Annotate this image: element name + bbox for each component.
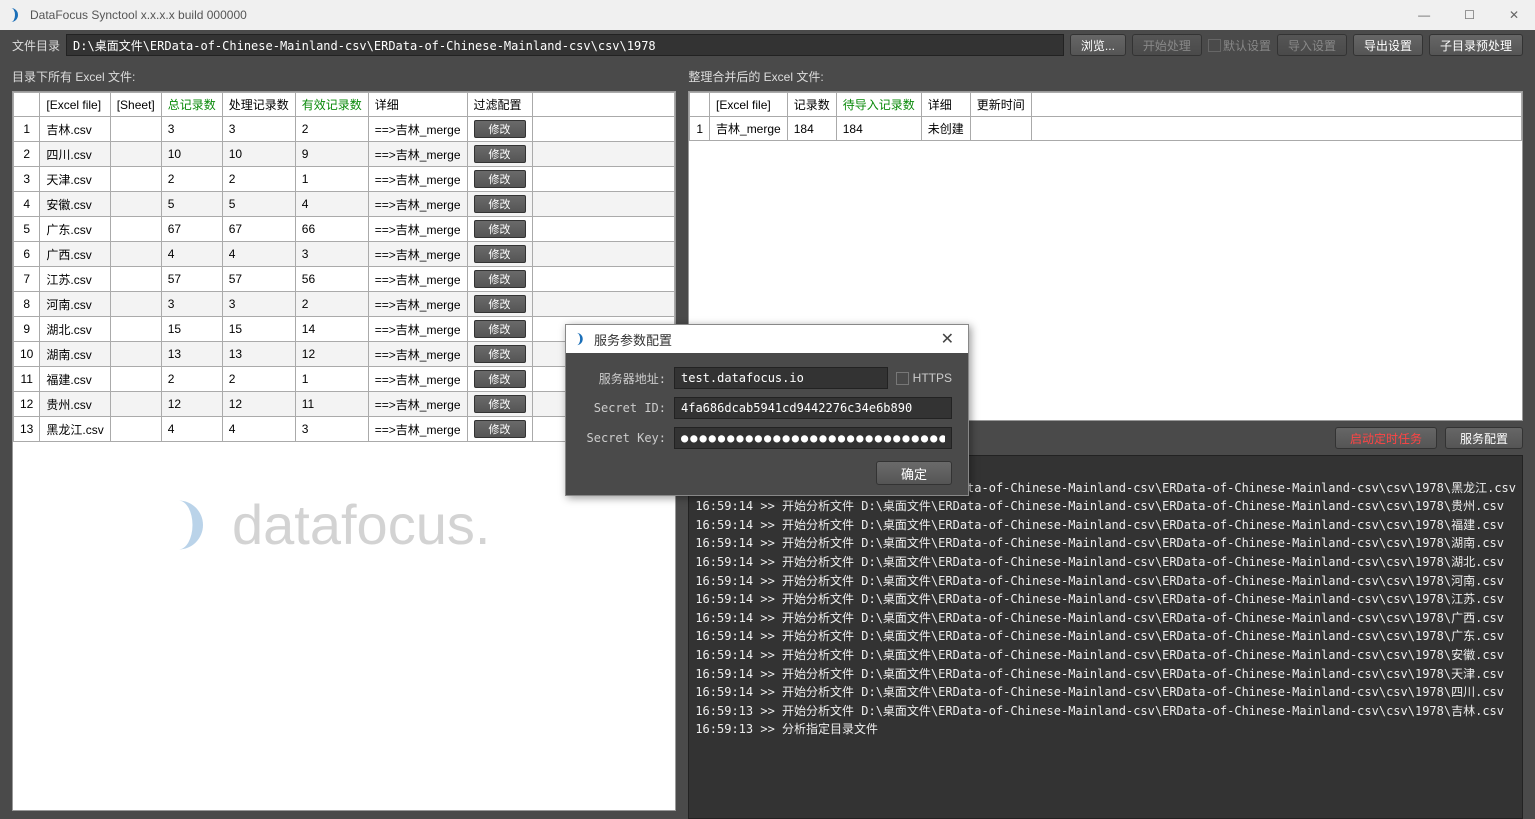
col-total[interactable]: 总记录数: [161, 93, 222, 117]
modify-button[interactable]: 修改: [474, 120, 526, 138]
log-line: 16:59:14 >> 开始分析文件 D:\桌面文件\ERData-of-Chi…: [695, 609, 1516, 628]
rcol-count[interactable]: 记录数: [787, 93, 836, 117]
rcol-pending[interactable]: 待导入记录数: [836, 93, 921, 117]
col-sheet[interactable]: [Sheet]: [110, 93, 161, 117]
window-close-button[interactable]: ✕: [1501, 6, 1527, 24]
secret-id-input[interactable]: [674, 397, 952, 419]
modify-button[interactable]: 修改: [474, 245, 526, 263]
log-line: 16:59:14 >> 开始分析文件 D:\桌面文件\ERData-of-Chi…: [695, 665, 1516, 684]
import-settings-button[interactable]: 导入设置: [1277, 34, 1347, 56]
https-checkbox[interactable]: HTTPS: [896, 371, 952, 385]
table-row[interactable]: 4安徽.csv554==>吉林_merge修改: [14, 192, 675, 217]
modify-button[interactable]: 修改: [474, 395, 526, 413]
modify-button[interactable]: 修改: [474, 145, 526, 163]
app-logo-icon: [8, 7, 24, 23]
toolbar: 文件目录 浏览... 开始处理 默认设置 导入设置 导出设置 子目录预处理: [0, 30, 1535, 60]
modify-button[interactable]: 修改: [474, 370, 526, 388]
table-row[interactable]: 7江苏.csv575756==>吉林_merge修改: [14, 267, 675, 292]
dialog-logo-icon: [574, 332, 588, 346]
log-line: 16:59:14 >> 开始分析文件 D:\桌面文件\ERData-of-Chi…: [695, 627, 1516, 646]
export-settings-button[interactable]: 导出设置: [1353, 34, 1423, 56]
log-line: 16:59:14 >> 开始分析文件 D:\桌面文件\ERData-of-Chi…: [695, 516, 1516, 535]
dialog-close-button[interactable]: ✕: [935, 329, 960, 349]
service-config-dialog: 服务参数配置 ✕ 服务器地址: HTTPS Secret ID: Secret …: [565, 324, 969, 496]
server-address-label: 服务器地址:: [582, 370, 666, 387]
rcol-update[interactable]: 更新时间: [970, 93, 1031, 117]
col-file[interactable]: [Excel file]: [40, 93, 110, 117]
table-row[interactable]: 3天津.csv221==>吉林_merge修改: [14, 167, 675, 192]
window-maximize-button[interactable]: ☐: [1456, 6, 1483, 24]
table-row[interactable]: 1吉林_merge184184未创建: [690, 117, 1522, 141]
auto-task-button[interactable]: 启动定时任务: [1335, 427, 1437, 449]
log-line: 16:59:14 >> 开始分析文件 D:\桌面文件\ERData-of-Chi…: [695, 683, 1516, 702]
right-pane-title: 整理合并后的 Excel 文件:: [688, 68, 1523, 85]
modify-button[interactable]: 修改: [474, 295, 526, 313]
service-config-button[interactable]: 服务配置: [1445, 427, 1523, 449]
dialog-ok-button[interactable]: 确定: [876, 461, 952, 485]
modify-button[interactable]: 修改: [474, 270, 526, 288]
log-line: 16:59:14 >> 开始分析文件 D:\桌面文件\ERData-of-Chi…: [695, 590, 1516, 609]
modify-button[interactable]: 修改: [474, 170, 526, 188]
left-pane-title: 目录下所有 Excel 文件:: [12, 68, 676, 85]
start-button[interactable]: 开始处理: [1132, 34, 1202, 56]
window-title: DataFocus Synctool x.x.x.x build 000000: [30, 8, 247, 22]
table-row[interactable]: 5广东.csv676766==>吉林_merge修改: [14, 217, 675, 242]
modify-button[interactable]: 修改: [474, 345, 526, 363]
table-row[interactable]: 8河南.csv332==>吉林_merge修改: [14, 292, 675, 317]
titlebar: DataFocus Synctool x.x.x.x build 000000 …: [0, 0, 1535, 30]
log-line: 16:59:14 >> 开始分析文件 D:\桌面文件\ERData-of-Chi…: [695, 553, 1516, 572]
path-input[interactable]: [66, 34, 1064, 56]
log-line: 16:59:14 >> 开始分析文件 D:\桌面文件\ERData-of-Chi…: [695, 646, 1516, 665]
browse-button[interactable]: 浏览...: [1070, 34, 1126, 56]
log-line: 16:59:14 >> 开始分析文件 D:\桌面文件\ERData-of-Chi…: [695, 497, 1516, 516]
log-line: 16:59:14 >> 开始分析文件 D:\桌面文件\ERData-of-Chi…: [695, 534, 1516, 553]
col-filter[interactable]: 过滤配置: [467, 93, 532, 117]
watermark: datafocus.: [168, 492, 490, 557]
table-row[interactable]: 6广西.csv443==>吉林_merge修改: [14, 242, 675, 267]
rcol-detail[interactable]: 详细: [921, 93, 970, 117]
window-minimize-button[interactable]: —: [1410, 6, 1438, 24]
secret-key-label: Secret Key:: [582, 431, 666, 445]
table-row[interactable]: 1吉林.csv332==>吉林_merge修改: [14, 117, 675, 142]
dialog-titlebar: 服务参数配置 ✕: [566, 325, 968, 353]
table-row[interactable]: 2四川.csv10109==>吉林_merge修改: [14, 142, 675, 167]
log-console[interactable]: 16:59:14 >> 连接服务器检测文件状态.16:59:14 >> 开始分析…: [688, 455, 1523, 819]
modify-button[interactable]: 修改: [474, 420, 526, 438]
path-label: 文件目录: [12, 37, 60, 54]
col-detail[interactable]: 详细: [368, 93, 467, 117]
server-address-input[interactable]: [674, 367, 888, 389]
col-process[interactable]: 处理记录数: [222, 93, 295, 117]
log-line: 16:59:13 >> 分析指定目录文件: [695, 720, 1516, 739]
subdir-pre-button[interactable]: 子目录预处理: [1429, 34, 1523, 56]
default-settings-checkbox[interactable]: 默认设置: [1208, 37, 1271, 54]
modify-button[interactable]: 修改: [474, 195, 526, 213]
log-line: 16:59:14 >> 开始分析文件 D:\桌面文件\ERData-of-Chi…: [695, 572, 1516, 591]
rcol-file[interactable]: [Excel file]: [710, 93, 788, 117]
modify-button[interactable]: 修改: [474, 320, 526, 338]
secret-key-input[interactable]: [674, 427, 952, 449]
dialog-title: 服务参数配置: [594, 330, 672, 349]
secret-id-label: Secret ID:: [582, 401, 666, 415]
modify-button[interactable]: 修改: [474, 220, 526, 238]
col-valid[interactable]: 有效记录数: [295, 93, 368, 117]
log-line: 16:59:13 >> 开始分析文件 D:\桌面文件\ERData-of-Chi…: [695, 702, 1516, 721]
